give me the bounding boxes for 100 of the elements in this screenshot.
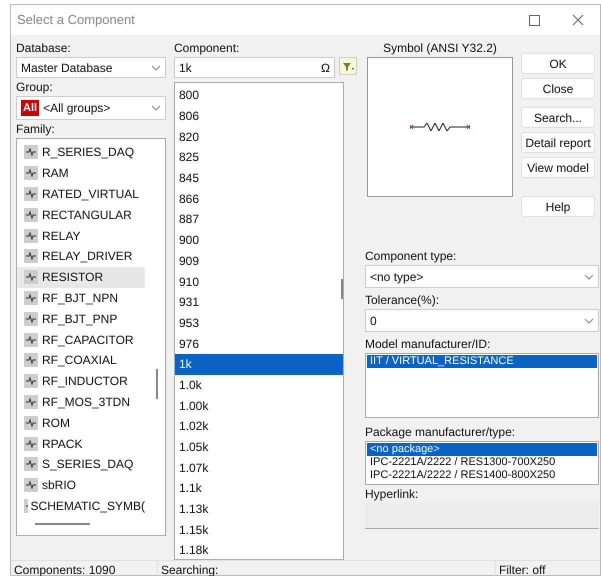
chevron-down-icon (584, 318, 594, 324)
dropdown[interactable]: <no type> (365, 265, 599, 288)
component-item[interactable]: 845 (175, 168, 343, 188)
component-type-label: Component type: (365, 248, 458, 265)
package-item[interactable]: IPC-2221A/2222 / RES1300-700X250 (367, 456, 597, 469)
component-item[interactable]: 910 (175, 271, 343, 292)
component-item[interactable]: 1.05k (175, 436, 343, 458)
family-name: SCHEMATIC_SYMB( (30, 498, 145, 515)
component-icon (23, 394, 39, 410)
family-item[interactable]: RELAY (17, 225, 145, 246)
family-item[interactable]: ROM (17, 412, 145, 434)
dialog-button[interactable]: Detail report (521, 132, 595, 153)
model-item[interactable]: IIT / VIRTUAL_RESISTANCE (367, 355, 597, 368)
family-name: RECTANGULAR (42, 206, 132, 224)
status-text: Filter: off (498, 562, 546, 576)
family-name: RF_BJT_PNP (42, 310, 118, 328)
component-item[interactable]: 900 (175, 230, 343, 250)
component-item[interactable]: 976 (175, 333, 343, 354)
scrollbar-thumb[interactable] (35, 523, 90, 525)
dialog-button[interactable]: Close (521, 78, 595, 99)
component-icon (23, 373, 39, 390)
component-item[interactable]: 820 (175, 126, 343, 148)
component-item[interactable]: 1.02k (175, 416, 343, 437)
family-item[interactable]: RELAY_DRIVER (17, 246, 145, 267)
chevron-down-icon (584, 274, 594, 280)
hyperlink-label: Hyperlink: (365, 486, 420, 503)
component-item[interactable]: 1.15k (175, 519, 343, 540)
symbol-label: Symbol (ANSI Y32.2) (382, 40, 498, 57)
component-item[interactable]: 1.07k (175, 457, 343, 478)
component-icon (23, 352, 39, 368)
model-label: Model manufacturer/ID: (365, 336, 492, 353)
family-item[interactable]: RPACK (17, 433, 145, 454)
component-item[interactable]: 825 (175, 147, 343, 168)
family-item[interactable]: RF_COAXIAL (17, 350, 145, 371)
component-icon (23, 144, 39, 160)
component-item[interactable]: 806 (175, 106, 343, 126)
dropdown[interactable]: 0 (365, 309, 599, 332)
family-name: RELAY_DRIVER (42, 248, 132, 266)
family-name: RAM (42, 165, 69, 182)
chevron-down-icon (151, 64, 161, 70)
component-item[interactable]: 887 (175, 209, 343, 230)
family-item[interactable]: SCHEMATIC_SYMB( (17, 496, 145, 516)
component-icon (23, 436, 39, 452)
family-name: RF_COAXIAL (42, 352, 117, 370)
component-item[interactable]: 1.1k (175, 478, 343, 499)
dialog-button[interactable]: OK (521, 53, 595, 74)
component-icon (23, 165, 39, 182)
family-name: RESISTOR (42, 269, 104, 286)
package-item[interactable]: <no package> (367, 443, 597, 456)
scrollbar-thumb[interactable] (156, 369, 158, 399)
family-item[interactable]: sbRIO (17, 474, 145, 496)
dropdown[interactable]: Master Database (16, 57, 166, 78)
database-label: Database: (16, 40, 72, 57)
family-item[interactable]: RECTANGULAR (17, 204, 145, 226)
family-item[interactable]: RATED_VIRTUAL (17, 184, 145, 204)
component-icon (23, 498, 28, 514)
component-item[interactable]: 953 (175, 312, 343, 334)
component-item[interactable]: 1.13k (175, 498, 343, 520)
close-icon (572, 14, 584, 26)
component-item[interactable]: 931 (175, 292, 343, 313)
omega-button[interactable]: Ω (321, 58, 330, 76)
component-icon (23, 477, 39, 494)
component-item[interactable]: 1.0k (175, 374, 343, 396)
family-name: S_SERIES_DAQ (42, 456, 134, 474)
component-item[interactable]: 1k (175, 354, 343, 375)
family-item[interactable]: R_SERIES_DAQ (17, 142, 145, 163)
component-icon (23, 332, 39, 348)
family-name: ROM (42, 414, 70, 432)
tolerance-label: Tolerance(%): (365, 292, 440, 309)
component-item[interactable]: 909 (175, 250, 343, 272)
family-item[interactable]: S_SERIES_DAQ (17, 454, 145, 475)
component-label: Component: (174, 40, 240, 57)
dialog-button[interactable]: Help (521, 196, 595, 217)
component-icon (23, 310, 39, 327)
family-name: RF_MOS_3TDN (42, 394, 130, 411)
family-item[interactable]: RF_BJT_PNP (17, 308, 145, 330)
family-item[interactable]: RF_CAPACITOR (17, 329, 145, 350)
maximize-icon (528, 14, 540, 26)
component-icon (23, 269, 39, 286)
dropdown[interactable]: All <All groups> (16, 96, 166, 120)
component-icon (23, 248, 39, 264)
family-item[interactable]: RF_BJT_NPN (17, 288, 145, 308)
resistor-symbol (410, 123, 470, 131)
scrollbar-thumb[interactable] (341, 279, 343, 299)
dialog-button[interactable]: View model (521, 157, 595, 178)
component-item[interactable]: 800 (175, 85, 343, 106)
component-item[interactable]: 1.00k (175, 395, 343, 416)
family-item[interactable]: RESISTOR (17, 266, 145, 288)
family-name: RF_BJT_NPN (42, 290, 118, 307)
filter-icon[interactable] (339, 57, 357, 75)
package-item[interactable]: IPC-2221A/2222 / RES1400-800X250 (367, 469, 597, 482)
component-item[interactable]: 866 (175, 188, 343, 210)
component-item[interactable]: 1.18k (175, 540, 343, 559)
family-item[interactable]: RAM (17, 162, 145, 184)
dialog-button[interactable]: Search... (521, 107, 595, 128)
family-item[interactable]: RF_MOS_3TDN (17, 392, 145, 412)
family-item[interactable]: RF_INDUCTOR (17, 370, 145, 392)
chevron-down-icon (151, 105, 161, 111)
family-name: RF_INDUCTOR (42, 373, 128, 390)
component-search-field[interactable]: 1k Ω (174, 57, 335, 78)
